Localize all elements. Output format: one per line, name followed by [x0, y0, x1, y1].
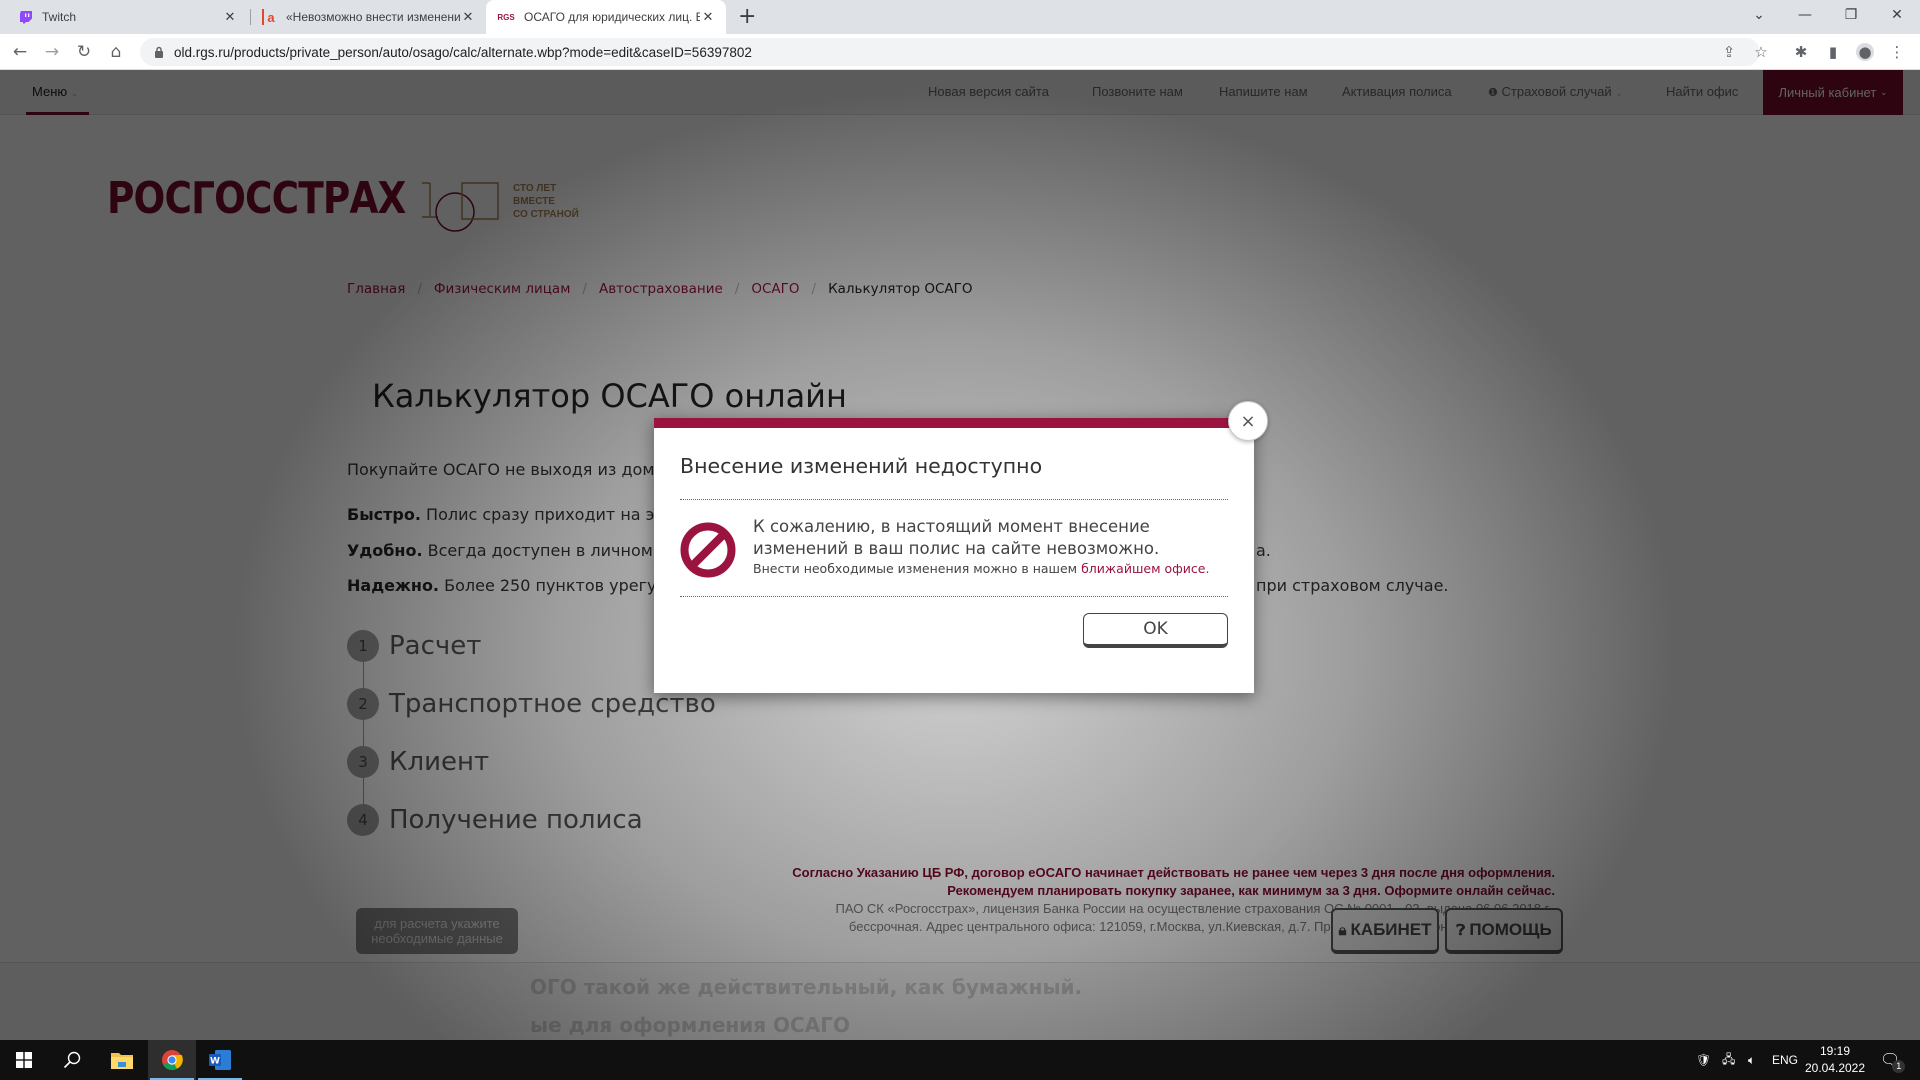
tab-separator: [250, 9, 251, 25]
browser-toolbar: ← → ↻ ⌂ old.rgs.ru/products/private_pers…: [0, 34, 1920, 70]
dialog-title: Внесение изменений недоступно: [680, 454, 1043, 478]
extensions-icon[interactable]: ✱: [1792, 43, 1810, 61]
security-tray-icon[interactable]: 🛡︎: [1696, 1040, 1711, 1080]
taskbar-word[interactable]: W: [196, 1040, 244, 1080]
url-text: old.rgs.ru/products/private_person/auto/…: [174, 44, 752, 60]
bookmark-star-icon[interactable]: ☆: [1752, 43, 1770, 61]
close-tab-icon[interactable]: ✕: [700, 9, 716, 25]
svg-text:W: W: [210, 1057, 220, 1067]
close-tab-icon[interactable]: ✕: [222, 9, 238, 25]
share-icon[interactable]: ⇪: [1720, 43, 1738, 61]
restore-button[interactable]: ❐: [1828, 0, 1874, 30]
volume-icon[interactable]: 🔈︎: [1748, 1040, 1755, 1080]
forward-button[interactable]: →: [42, 42, 62, 62]
changes-unavailable-dialog: Внесение изменений недоступно К сожалени…: [654, 418, 1254, 693]
clock-time: 19:19: [1819, 1044, 1851, 1058]
dialog-divider: [680, 499, 1228, 500]
dialog-divider: [680, 596, 1228, 597]
close-icon: ×: [1240, 410, 1256, 432]
folder-icon: [111, 1053, 133, 1069]
subtext-prefix: Внести необходимые изменения можно в наш…: [753, 561, 1082, 576]
back-button[interactable]: ←: [10, 42, 30, 62]
irecommend-icon: a: [262, 9, 278, 25]
dialog-accent-bar: [654, 418, 1254, 428]
url-bar[interactable]: old.rgs.ru/products/private_person/auto/…: [140, 38, 1760, 66]
action-center-button[interactable]: 🗨︎ 1: [1880, 1040, 1906, 1080]
tab-rgs-osago[interactable]: RGS ОСАГО для юридических лиц. В ✕: [486, 0, 726, 34]
rgs-icon: RGS: [497, 12, 515, 22]
search-icon: [63, 1051, 81, 1069]
nearest-office-link[interactable]: ближайшем офисе: [1081, 561, 1205, 576]
search-button[interactable]: [48, 1040, 96, 1080]
language-indicator[interactable]: ENG: [1772, 1040, 1798, 1080]
tab-title: Twitch: [42, 10, 77, 24]
twitch-icon: [18, 9, 34, 25]
close-tab-icon[interactable]: ✕: [460, 9, 476, 25]
tab-twitch[interactable]: Twitch ✕: [8, 0, 248, 34]
word-icon: W: [209, 1050, 231, 1070]
tab-search-icon[interactable]: ⌄: [1736, 0, 1782, 30]
system-clock[interactable]: 19:19 20.04.2022: [1800, 1043, 1870, 1077]
dialog-subtext: Внести необходимые изменения можно в наш…: [753, 561, 1209, 576]
network-icon[interactable]: 🖧︎: [1722, 1040, 1735, 1080]
start-button[interactable]: [0, 1040, 48, 1080]
browser-tab-bar: Twitch ✕ a «Невозможно внести изменения …: [0, 0, 1920, 34]
taskbar-file-explorer[interactable]: [98, 1040, 146, 1080]
more-menu-icon[interactable]: ⋮: [1888, 43, 1906, 61]
notification-count-badge: 1: [1892, 1059, 1906, 1073]
clock-date: 20.04.2022: [1804, 1061, 1866, 1075]
prohibited-icon: [680, 522, 736, 578]
minimize-button[interactable]: —: [1782, 0, 1828, 30]
home-button[interactable]: ⌂: [106, 42, 126, 62]
ok-button[interactable]: OK: [1083, 613, 1228, 648]
close-window-button[interactable]: ✕: [1874, 0, 1920, 30]
subtext-suffix: .: [1205, 561, 1210, 576]
windows-taskbar: W 🛡︎ 🖧︎ 🔈︎ ENG 19:19 20.04.2022 🗨︎ 1: [0, 1040, 1920, 1080]
taskbar-chrome[interactable]: [148, 1040, 196, 1080]
dialog-message: К сожалению, в настоящий момент внесение…: [753, 517, 1160, 558]
side-panel-icon[interactable]: ▮: [1824, 43, 1842, 61]
tab-irecommend[interactable]: a «Невозможно внести изменения ✕: [252, 0, 486, 34]
lock-icon: [155, 46, 163, 58]
tab-title: ОСАГО для юридических лиц. В: [524, 10, 700, 24]
windows-logo-icon: [16, 1052, 32, 1068]
tab-title: «Невозможно внести изменения: [286, 10, 460, 24]
new-tab-button[interactable]: +: [738, 4, 756, 29]
dialog-close-button[interactable]: ×: [1228, 401, 1268, 441]
chrome-icon: [162, 1050, 183, 1071]
reload-button[interactable]: ↻: [74, 42, 94, 62]
profile-avatar-icon[interactable]: ●: [1856, 43, 1874, 61]
